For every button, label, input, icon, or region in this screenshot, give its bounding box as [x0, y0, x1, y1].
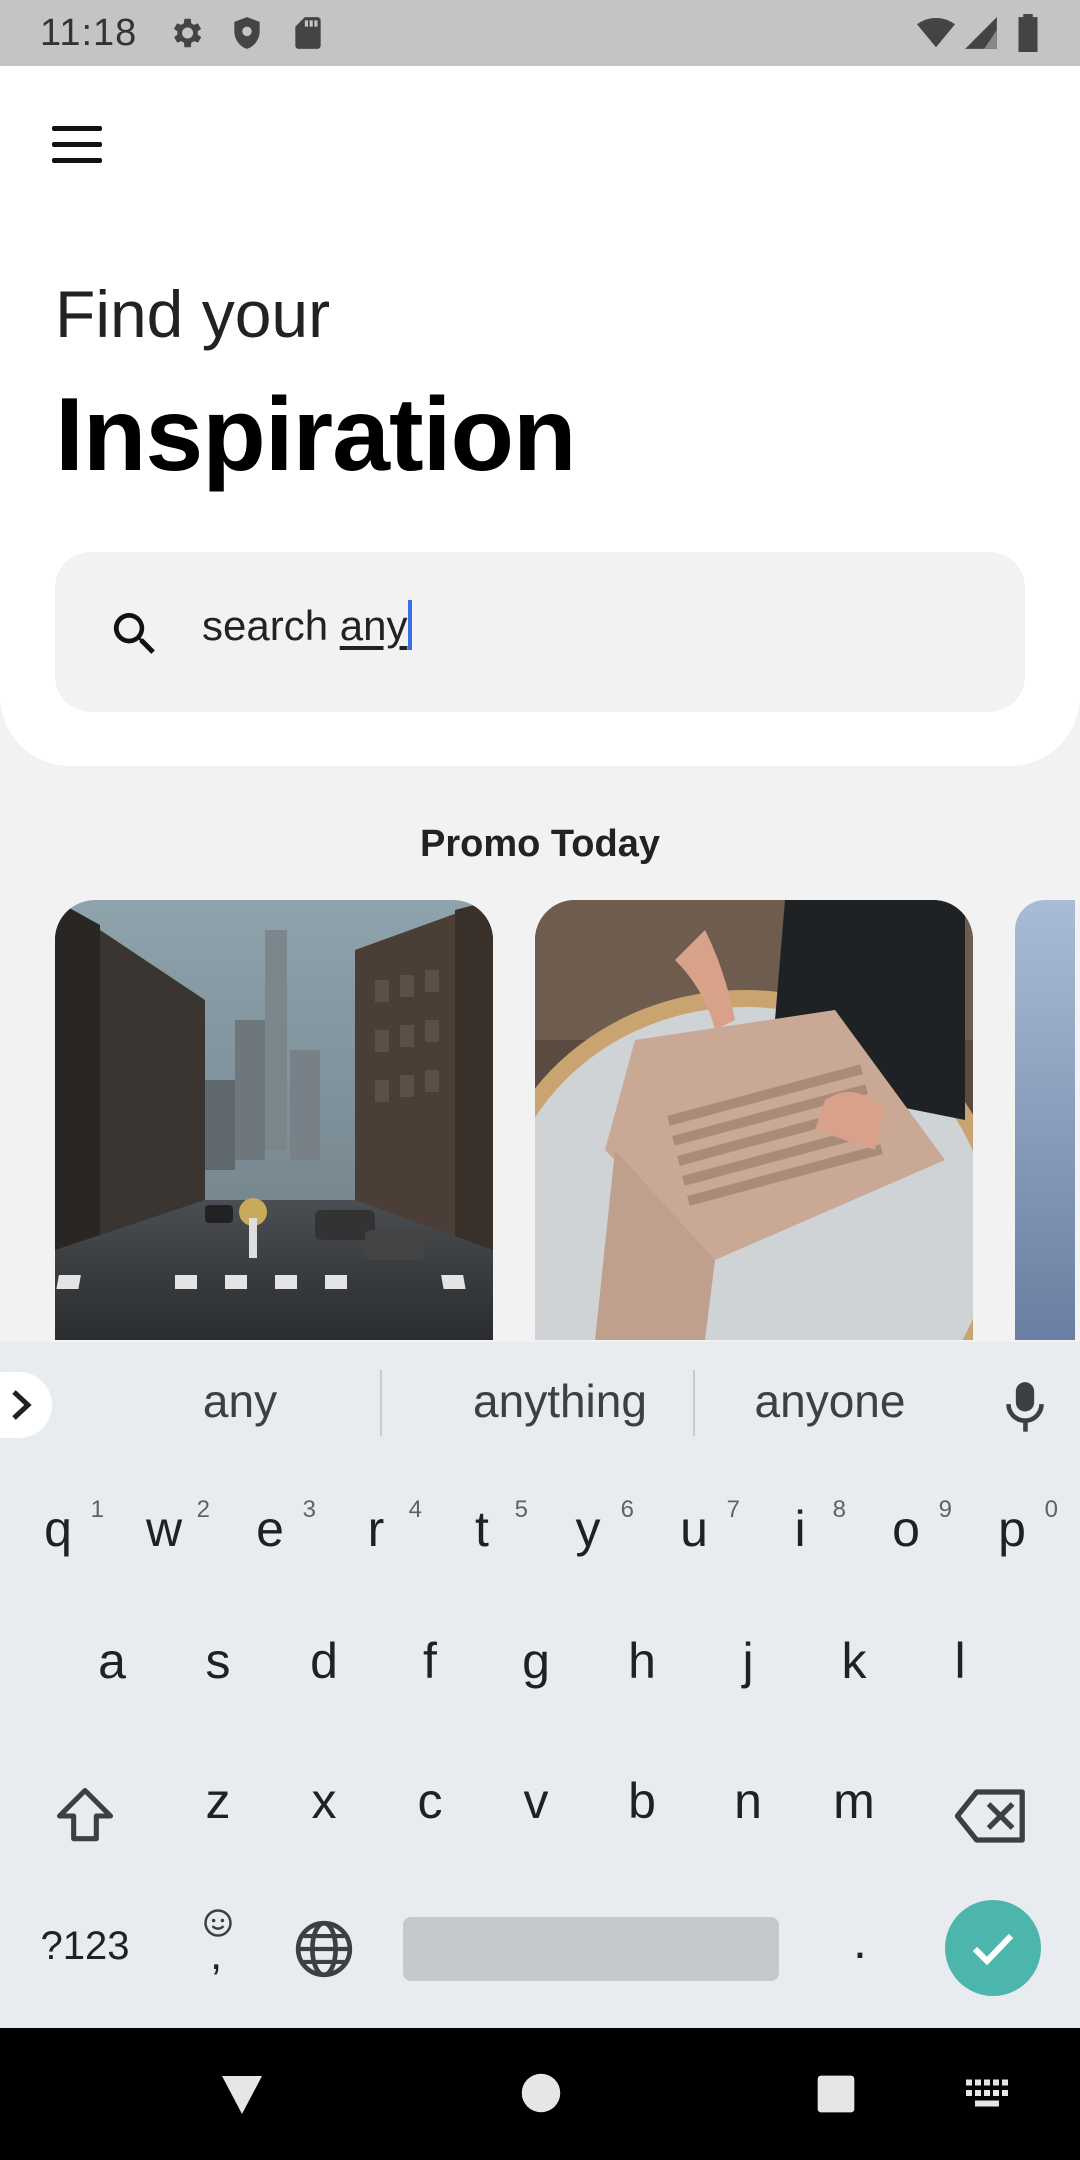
recents-icon[interactable]: [816, 2074, 856, 2114]
search-input[interactable]: search any: [55, 552, 1025, 712]
search-icon: [113, 613, 155, 654]
checkmark-icon: [972, 1933, 1014, 1966]
home-icon[interactable]: [520, 2072, 562, 2114]
title-line-2: Inspiration: [55, 377, 577, 493]
key-o[interactable]: o9: [866, 1496, 952, 1558]
key-q[interactable]: q1: [18, 1496, 104, 1558]
city-street-photo: [55, 900, 493, 1340]
backspace-icon[interactable]: [955, 1787, 1027, 1845]
promo-card-partial[interactable]: [1015, 900, 1075, 1340]
promo-title: Promo Today: [420, 823, 660, 865]
key-z[interactable]: z: [178, 1772, 258, 1830]
title-line-1: Find your: [55, 277, 331, 351]
key-m[interactable]: m: [814, 1772, 894, 1830]
key-i[interactable]: i8: [760, 1496, 846, 1558]
key-s[interactable]: s: [178, 1632, 258, 1690]
status-bar: 11:18: [0, 0, 1080, 66]
emoji-comma-key[interactable]: ,: [198, 1908, 238, 1988]
signal-icon: [965, 17, 997, 49]
suggestion-bar: any anything anyone: [0, 1342, 1080, 1462]
key-k[interactable]: k: [814, 1632, 894, 1690]
search-text[interactable]: search any: [202, 600, 413, 650]
key-r[interactable]: r4: [336, 1496, 422, 1558]
key-j[interactable]: j: [708, 1632, 788, 1690]
gear-icon: [173, 18, 202, 48]
header-card: Find your Inspiration search any: [0, 66, 1080, 766]
key-u[interactable]: u7: [654, 1496, 740, 1558]
key-e[interactable]: e3: [230, 1496, 316, 1558]
key-period[interactable]: .: [820, 1912, 900, 1970]
sd-card-icon: [295, 17, 321, 49]
comma-label: ,: [210, 1930, 223, 1979]
keyboard-switch-icon[interactable]: [964, 2078, 1010, 2108]
soft-keyboard: any anything anyone q1 w2 e3 r4 t5 y6 u7…: [0, 1342, 1080, 2028]
text-caret: [408, 600, 413, 650]
suggestion-anyone[interactable]: anyone: [720, 1374, 940, 1428]
key-n[interactable]: n: [708, 1772, 788, 1830]
space-bar[interactable]: [403, 1917, 779, 1981]
promo-card-laptop[interactable]: [535, 900, 973, 1340]
key-f[interactable]: f: [390, 1632, 470, 1690]
key-y[interactable]: y6: [548, 1496, 635, 1558]
hamburger-menu-icon[interactable]: [52, 126, 102, 166]
enter-button[interactable]: [945, 1900, 1041, 1996]
back-icon[interactable]: [218, 2072, 266, 2116]
shield-icon: [234, 17, 260, 49]
navigation-bar: [0, 2028, 1080, 2160]
search-prefix: search: [202, 602, 340, 649]
key-h[interactable]: h: [602, 1632, 682, 1690]
wifi-icon: [917, 17, 955, 48]
key-t[interactable]: t5: [442, 1496, 528, 1558]
suggestion-any[interactable]: any: [140, 1374, 340, 1428]
promo-card-city[interactable]: [55, 900, 493, 1340]
search-typed-word: any: [339, 602, 408, 649]
key-v[interactable]: v: [496, 1772, 576, 1830]
symbols-key[interactable]: ?123: [30, 1924, 140, 1969]
suggestion-anything[interactable]: anything: [410, 1374, 710, 1428]
globe-icon[interactable]: [293, 1918, 355, 1980]
suggestion-divider: [693, 1370, 695, 1436]
key-d[interactable]: d: [284, 1632, 364, 1690]
key-a[interactable]: a: [72, 1632, 152, 1690]
expand-toolbar-button[interactable]: [0, 1372, 52, 1438]
key-c[interactable]: c: [390, 1772, 470, 1830]
key-p[interactable]: p0: [972, 1496, 1058, 1558]
key-l[interactable]: l: [920, 1632, 1000, 1690]
laptop-photo: [535, 900, 973, 1340]
battery-icon: [1018, 14, 1038, 52]
microphone-icon[interactable]: [1003, 1378, 1047, 1434]
key-b[interactable]: b: [602, 1772, 682, 1830]
suggestion-divider: [380, 1370, 382, 1436]
shift-icon[interactable]: [50, 1782, 120, 1850]
key-x[interactable]: x: [284, 1772, 364, 1830]
key-w[interactable]: w2: [124, 1496, 210, 1558]
chevron-right-icon: [12, 1390, 32, 1420]
status-time: 11:18: [40, 12, 138, 54]
key-g[interactable]: g: [496, 1632, 576, 1690]
